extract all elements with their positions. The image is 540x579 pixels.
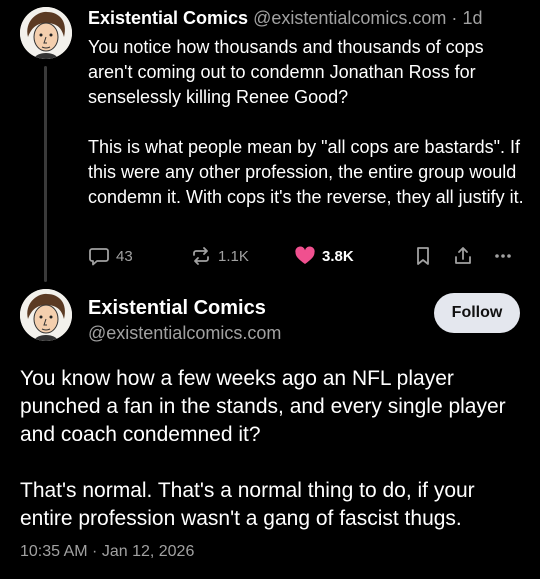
repost-count: 1.1K — [218, 247, 249, 265]
like-button[interactable]: 3.8K — [294, 244, 354, 268]
post2-paragraph: You know how a few weeks ago an NFL play… — [20, 367, 506, 446]
post2-paragraph: That's normal. That's a normal thing to … — [20, 479, 475, 530]
more-button[interactable] — [492, 244, 514, 268]
post1-body: You notice how thousands and thousands o… — [88, 35, 528, 210]
post-age[interactable]: 1d — [462, 8, 482, 28]
reply-count: 43 — [116, 247, 133, 265]
separator-dot: · — [451, 8, 458, 28]
bookmark-button[interactable] — [412, 244, 434, 268]
post1-header: Existential Comics @existentialcomics.co… — [88, 6, 482, 30]
share-button[interactable] — [452, 244, 474, 268]
bookmark-icon — [417, 247, 429, 265]
author-handle[interactable]: @existentialcomics.com — [88, 321, 281, 345]
repost-icon — [193, 247, 209, 265]
share-icon — [455, 247, 471, 264]
avatar[interactable] — [20, 7, 72, 59]
thread-line — [44, 66, 47, 282]
repost-button[interactable]: 1.1K — [190, 244, 249, 268]
avatar[interactable] — [20, 289, 72, 341]
post-timestamp[interactable]: 10:35 AM · Jan 12, 2026 — [20, 541, 194, 563]
follow-button[interactable]: Follow — [434, 293, 520, 333]
heart-icon — [295, 246, 315, 264]
reply-icon — [89, 248, 109, 266]
post2-body: You know how a few weeks ago an NFL play… — [20, 365, 525, 533]
reply-button[interactable]: 43 — [88, 244, 133, 268]
more-icon — [495, 254, 511, 258]
like-count: 3.8K — [322, 247, 354, 265]
post1-paragraph: This is what people mean by "all cops ar… — [88, 137, 524, 207]
author-name[interactable]: Existential Comics — [88, 295, 266, 321]
author-handle[interactable]: @existentialcomics.com — [253, 8, 446, 28]
avatar-illustration — [20, 289, 72, 341]
post1-actions: 43 1.1K 3.8K — [88, 244, 528, 268]
post1-paragraph: You notice how thousands and thousands o… — [88, 37, 484, 107]
avatar-illustration — [20, 7, 72, 59]
author-name[interactable]: Existential Comics — [88, 8, 248, 28]
